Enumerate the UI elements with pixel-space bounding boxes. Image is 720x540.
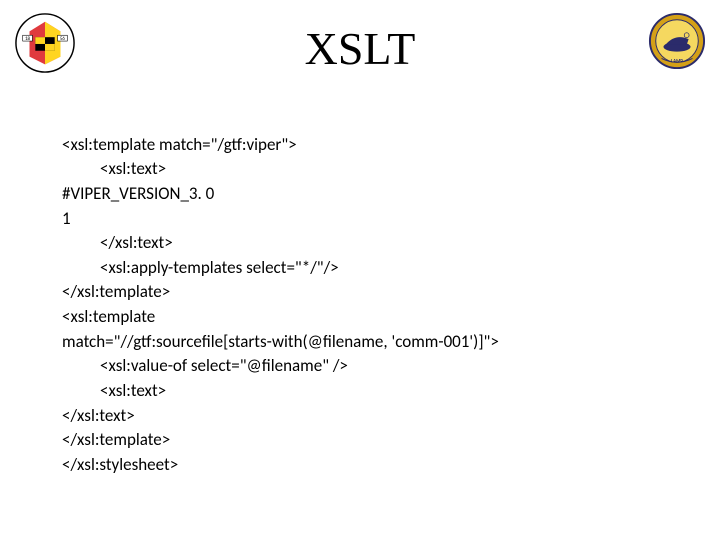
- xslt-code-block: <xsl:template match="/gtf:viper"> <xsl:t…: [62, 108, 658, 478]
- code-line: <xsl:text>: [100, 158, 166, 179]
- code-line: </xsl:stylesheet>: [62, 454, 178, 475]
- code-line: </xsl:template>: [62, 429, 170, 450]
- slide-title: XSLT: [0, 22, 720, 75]
- code-line: #VIPER_VERSION_3. 0: [62, 183, 214, 204]
- code-line: </xsl:text>: [62, 405, 135, 426]
- code-line: <xsl:text>: [100, 380, 166, 401]
- code-line: <xsl:apply-templates select="*/"/>: [100, 257, 339, 278]
- code-line: <xsl:template match="/gtf:viper">: [62, 134, 297, 155]
- code-line: <xsl:template: [62, 306, 155, 327]
- code-line: match="//gtf:sourcefile[starts-with(@fil…: [62, 331, 499, 352]
- code-line: </xsl:text>: [100, 232, 173, 253]
- code-line: <xsl:value-of select="@filename" />: [100, 355, 348, 376]
- code-line: 1: [62, 208, 71, 229]
- code-line: </xsl:template>: [62, 281, 170, 302]
